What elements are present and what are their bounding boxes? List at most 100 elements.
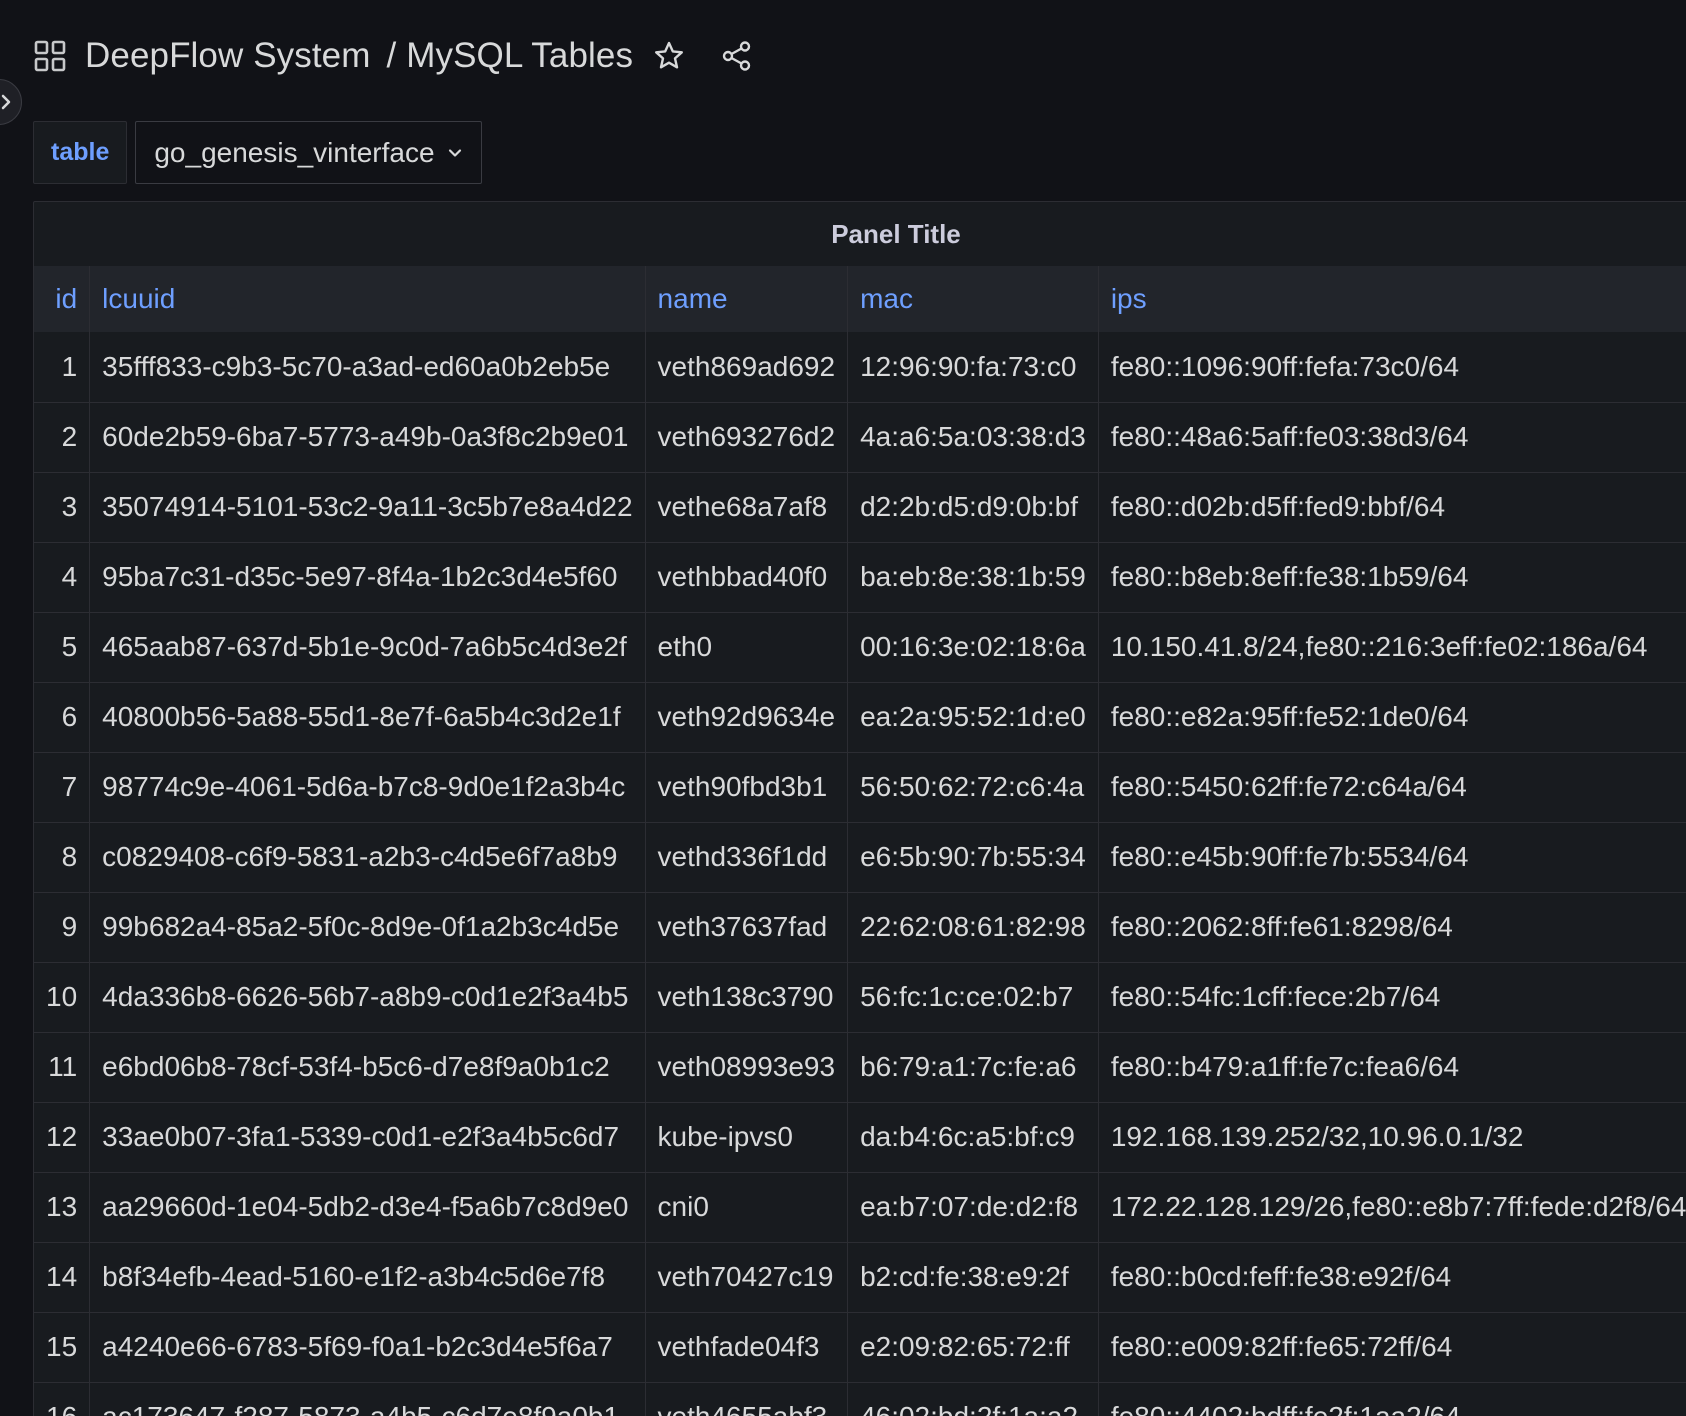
table-cell-lcuuid: aa29660d-1e04-5db2-d3e4-f5a6b7c8d9e0: [89, 1172, 646, 1243]
table-cell-id: 14: [34, 1242, 91, 1313]
table-cell-name: eth0: [645, 612, 849, 683]
table-cell-ips: fe80::4402:bdff:fe2f:1aa2/64: [1098, 1382, 1686, 1416]
table-cell-ips: fe80::d02b:d5ff:fed9:bbf/64: [1098, 472, 1686, 543]
table-cell-name: veth37637fad: [645, 892, 849, 963]
table-cell-mac: e6:5b:90:7b:55:34: [847, 822, 1099, 893]
table-cell-lcuuid: 33ae0b07-3fa1-5339-c0d1-e2f3a4b5c6d7: [89, 1102, 646, 1173]
table-cell-name: vethe68a7af8: [645, 472, 849, 543]
chevron-down-icon: [447, 147, 463, 159]
table-cell-name: veth92d9634e: [645, 682, 849, 753]
table-row: 14 b8f34efb-4ead-5160-e1f2-a3b4c5d6e7f8 ve…: [34, 1242, 1686, 1313]
table-cell-mac: 56:50:62:72:c6:4a: [847, 752, 1099, 823]
column-header-lcuuid[interactable]: lcuuid: [89, 266, 646, 332]
table-cell-ips: 172.22.128.129/26,fe80::e8b7:7ff:fede:d2…: [1098, 1172, 1686, 1243]
column-header-id[interactable]: id: [34, 266, 91, 332]
column-header-ips[interactable]: ips: [1098, 266, 1686, 332]
table-cell-mac: ea:2a:95:52:1d:e0: [847, 682, 1099, 753]
table-cell-id: 2: [34, 402, 91, 473]
table-row: 7 98774c9e-4061-5d6a-b7c8-9d0e1f2a3b4c vet…: [34, 752, 1686, 823]
table-cell-id: 1: [34, 332, 91, 403]
table-cell-name: vethbbad40f0: [645, 542, 849, 613]
table-row: 3 35074914-5101-53c2-9a11-3c5b7e8a4d22 vet…: [34, 472, 1686, 543]
table-cell-id: 7: [34, 752, 91, 823]
table-row: 4 95ba7c31-d35c-5e97-8f4a-1b2c3d4e5f60 vet…: [34, 542, 1686, 613]
table-cell-name: vethd336f1dd: [645, 822, 849, 893]
table-cell-id: 10: [34, 962, 91, 1033]
table-cell-ips: fe80::54fc:1cff:fece:2b7/64: [1098, 962, 1686, 1033]
variable-label: table: [33, 121, 128, 184]
table-variable-select[interactable]: go_genesis_vinterface: [135, 121, 482, 184]
table-cell-ips: fe80::1096:90ff:fefa:73c0/64: [1098, 332, 1686, 403]
table-cell-id: 5: [34, 612, 91, 683]
table-cell-name: veth4655abf3: [645, 1382, 849, 1416]
table-cell-ips: fe80::e009:82ff:fe65:72ff/64: [1098, 1312, 1686, 1383]
table-row: 5 465aab87-637d-5b1e-9c0d-7a6b5c4d3e2f eth…: [34, 612, 1686, 683]
table-cell-lcuuid: 4da336b8-6626-56b7-a8b9-c0d1e2f3a4b5: [89, 962, 646, 1033]
table-cell-lcuuid: b8f34efb-4ead-5160-e1f2-a3b4c5d6e7f8: [89, 1242, 646, 1313]
table-cell-ips: fe80::2062:8ff:fe61:8298/64: [1098, 892, 1686, 963]
column-header-mac[interactable]: mac: [847, 266, 1099, 332]
table-cell-lcuuid: 95ba7c31-d35c-5e97-8f4a-1b2c3d4e5f60: [89, 542, 646, 613]
table-cell-id: 9: [34, 892, 91, 963]
table-row: 8 c0829408-c6f9-5831-a2b3-c4d5e6f7a8b9 vet…: [34, 822, 1686, 893]
table-row: 9 99b682a4-85a2-5f0c-8d9e-0f1a2b3c4d5e vet…: [34, 892, 1686, 963]
table-row: 6 40800b56-5a88-55d1-8e7f-6a5b4c3d2e1f vet…: [34, 682, 1686, 753]
table-cell-ips: fe80::b0cd:feff:fe38:e92f/64: [1098, 1242, 1686, 1313]
table-cell-mac: ea:b7:07:de:d2:f8: [847, 1172, 1099, 1243]
table-cell-mac: 12:96:90:fa:73:c0: [847, 332, 1099, 403]
table-cell-name: veth90fbd3b1: [645, 752, 849, 823]
table-row: 11 e6bd06b8-78cf-53f4-b5c6-d7e8f9a0b1c2 ve…: [34, 1032, 1686, 1103]
table-cell-name: veth869ad692: [645, 332, 849, 403]
table-cell-name: vethfade04f3: [645, 1312, 849, 1383]
table-cell-id: 4: [34, 542, 91, 613]
table-cell-lcuuid: e6bd06b8-78cf-53f4-b5c6-d7e8f9a0b1c2: [89, 1032, 646, 1103]
table-cell-name: veth138c3790: [645, 962, 849, 1033]
table-cell-ips: 10.150.41.8/24,fe80::216:3eff:fe02:186a/…: [1098, 612, 1686, 683]
grid-icon: [33, 39, 67, 73]
dashboard-page: DeepFlow System / MySQL Tables table go_…: [0, 0, 1686, 1416]
table-cell-mac: 4a:a6:5a:03:38:d3: [847, 402, 1099, 473]
table-cell-ips: fe80::e82a:95ff:fe52:1de0/64: [1098, 682, 1686, 753]
table-cell-name: veth693276d2: [645, 402, 849, 473]
table-variable-value: go_genesis_vinterface: [154, 136, 435, 168]
table-row: 2 60de2b59-6ba7-5773-a49b-0a3f8c2b9e01 vet…: [34, 402, 1686, 473]
table-cell-id: 12: [34, 1102, 91, 1173]
table-cell-id: 3: [34, 472, 91, 543]
table-cell-mac: ba:eb:8e:38:1b:59: [847, 542, 1099, 613]
table-cell-lcuuid: c0829408-c6f9-5831-a2b3-c4d5e6f7a8b9: [89, 822, 646, 893]
table-cell-id: 16: [34, 1382, 91, 1416]
dashboard-title[interactable]: MySQL Tables: [406, 36, 633, 76]
table-cell-ips: fe80::e45b:90ff:fe7b:5534/64: [1098, 822, 1686, 893]
table-cell-id: 11: [34, 1032, 91, 1103]
table-cell-lcuuid: a4240e66-6783-5f69-f0a1-b2c3d4e5f6a7: [89, 1312, 646, 1383]
table-cell-mac: d2:2b:d5:d9:0b:bf: [847, 472, 1099, 543]
table-cell-id: 6: [34, 682, 91, 753]
table-cell-mac: 00:16:3e:02:18:6a: [847, 612, 1099, 683]
share-icon[interactable]: [717, 36, 757, 76]
breadcrumb-separator: /: [386, 36, 397, 75]
table-cell-id: 15: [34, 1312, 91, 1383]
column-header-name[interactable]: name: [645, 266, 849, 332]
table-cell-mac: 46:02:bd:2f:1a:a2: [847, 1382, 1099, 1416]
table-cell-mac: 22:62:08:61:82:98: [847, 892, 1099, 963]
variable-bar: table go_genesis_vinterface: [33, 121, 482, 184]
table-cell-lcuuid: 35fff833-c9b3-5c70-a3ad-ed60a0b2eb5e: [89, 332, 646, 403]
star-icon[interactable]: [649, 36, 689, 76]
table-row: 1 35fff833-c9b3-5c70-a3ad-ed60a0b2eb5e vet…: [34, 332, 1686, 403]
breadcrumb-folder[interactable]: DeepFlow System: [85, 36, 370, 76]
table-cell-ips: fe80::b479:a1ff:fe7c:fea6/64: [1098, 1032, 1686, 1103]
table-cell-ips: fe80::b8eb:8eff:fe38:1b59/64: [1098, 542, 1686, 613]
table-cell-lcuuid: 465aab87-637d-5b1e-9c0d-7a6b5c4d3e2f: [89, 612, 646, 683]
dashboard-header: DeepFlow System / MySQL Tables: [33, 28, 757, 84]
table-cell-name: veth08993e93: [645, 1032, 849, 1103]
sidebar-toggle-button[interactable]: [0, 79, 22, 125]
table-row: 12 33ae0b07-3fa1-5339-c0d1-e2f3a4b5c6d7 ku…: [34, 1102, 1686, 1173]
table-cell-mac: e2:09:82:65:72:ff: [847, 1312, 1099, 1383]
table-cell-mac: b6:79:a1:7c:fe:a6: [847, 1032, 1099, 1103]
table-cell-ips: fe80::48a6:5aff:fe03:38d3/64: [1098, 402, 1686, 473]
table-cell-mac: da:b4:6c:a5:bf:c9: [847, 1102, 1099, 1173]
table-cell-lcuuid: ac173647-f287-5873-a4b5-c6d7e8f9a0b1: [89, 1382, 646, 1416]
table-cell-mac: b2:cd:fe:38:e9:2f: [847, 1242, 1099, 1313]
table-cell-name: kube-ipvs0: [645, 1102, 849, 1173]
panel-title[interactable]: Panel Title: [34, 202, 1686, 266]
